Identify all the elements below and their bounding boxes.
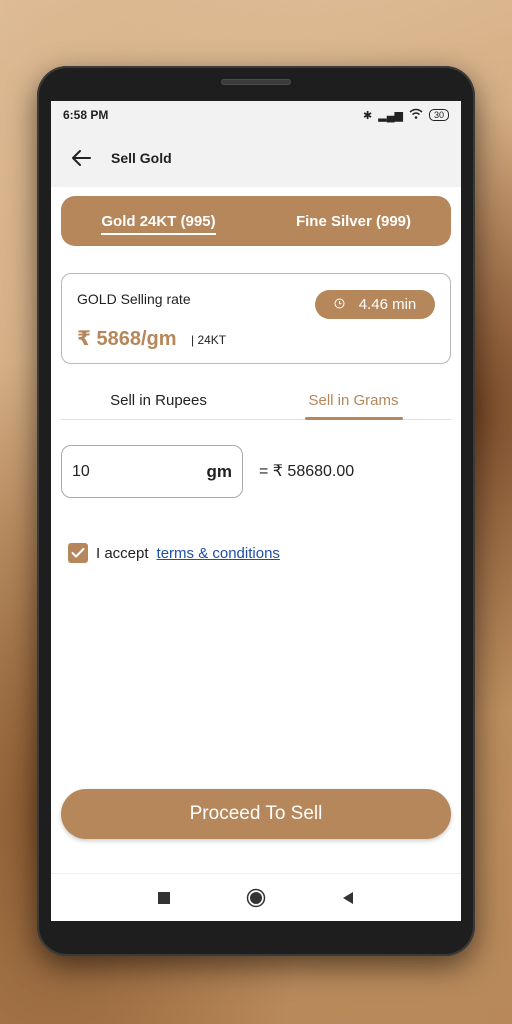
tab-sell-grams[interactable]: Sell in Grams xyxy=(256,386,451,419)
terms-checkbox[interactable] xyxy=(68,543,88,563)
home-icon[interactable] xyxy=(244,886,268,910)
phone-frame: 6:58 PM ✱ ▂▄▆ 30 Sell Gold Gold 24KT (99… xyxy=(37,66,475,956)
system-nav-bar xyxy=(51,873,461,921)
timer-badge: 4.46 min xyxy=(315,290,435,319)
rate-card: GOLD Selling rate 4.46 min ₹ 5868/gm | 2… xyxy=(61,273,451,364)
battery-icon: 30 xyxy=(428,109,449,121)
rate-label: GOLD Selling rate xyxy=(77,291,191,307)
status-icons: ✱ ▂▄▆ 30 xyxy=(363,108,449,122)
grams-input[interactable]: 10 gm xyxy=(61,445,243,498)
terms-link[interactable]: terms & conditions xyxy=(157,545,280,562)
tab-silver-label: Fine Silver (999) xyxy=(295,212,412,230)
grams-unit-label: gm xyxy=(206,461,233,481)
terms-row: I accept terms & conditions xyxy=(68,543,280,563)
signal-icon: ▂▄▆ xyxy=(378,109,403,122)
grams-input-value: 10 xyxy=(72,462,90,480)
back-triangle-icon[interactable] xyxy=(336,886,360,910)
recents-icon[interactable] xyxy=(152,886,176,910)
converted-amount: = ₹ 58680.00 xyxy=(259,463,355,480)
proceed-to-sell-button[interactable]: Proceed To Sell xyxy=(61,789,451,839)
phone-speaker xyxy=(221,79,291,85)
status-bar: 6:58 PM ✱ ▂▄▆ 30 xyxy=(51,101,461,129)
tab-gold[interactable]: Gold 24KT (995) xyxy=(61,212,256,235)
back-arrow-icon[interactable] xyxy=(51,129,111,187)
app-bar: Sell Gold xyxy=(51,129,461,187)
terms-prefix: I accept xyxy=(96,544,149,562)
status-time: 6:58 PM xyxy=(63,108,109,122)
wifi-icon xyxy=(409,108,423,122)
rate-value: ₹ 5868/gm xyxy=(77,328,177,350)
tab-gold-label: Gold 24KT (995) xyxy=(101,212,216,235)
rate-karat: | 24KT xyxy=(191,333,227,347)
timer-value: 4.46 min xyxy=(358,296,417,313)
metal-tabs: Gold 24KT (995) Fine Silver (999) xyxy=(61,196,451,246)
bluetooth-icon: ✱ xyxy=(363,109,373,122)
sell-mode-tabs: Sell in Rupees Sell in Grams xyxy=(61,386,451,420)
page-title: Sell Gold xyxy=(111,150,172,166)
clock-icon xyxy=(334,296,345,313)
tab-sell-rupees[interactable]: Sell in Rupees xyxy=(61,386,256,419)
app-screen: 6:58 PM ✱ ▂▄▆ 30 Sell Gold Gold 24KT (99… xyxy=(51,101,461,921)
tab-silver[interactable]: Fine Silver (999) xyxy=(256,213,451,230)
